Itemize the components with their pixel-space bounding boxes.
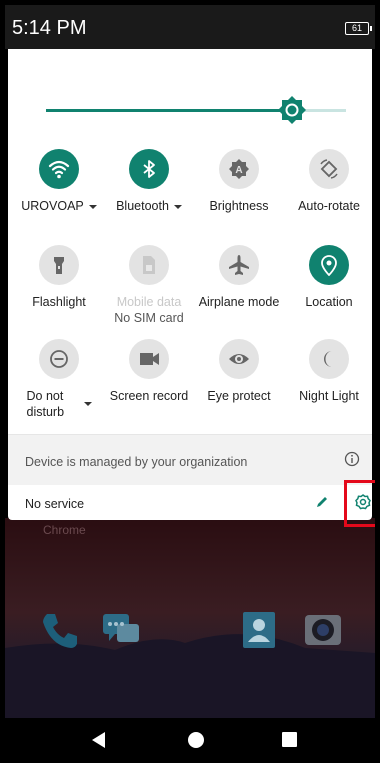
status-bar: 5:14 PM 61	[5, 5, 375, 49]
tile-eye-protect[interactable]: Eye protect	[194, 339, 284, 404]
dropdown-caret-icon[interactable]	[88, 204, 97, 209]
carrier-text: No service	[25, 497, 85, 511]
tile-label-text: Eye protect	[207, 389, 271, 403]
tile-label-text: Airplane mode	[198, 295, 280, 309]
home-button[interactable]	[188, 732, 204, 748]
brightness-slider-thumb[interactable]	[278, 96, 306, 124]
carrier-footer: No service	[8, 484, 372, 520]
info-icon[interactable]	[344, 451, 360, 467]
brightness-slider-fill	[46, 109, 292, 112]
status-time: 5:14 PM	[12, 17, 87, 39]
tile-screen-record[interactable]: Screen record	[104, 339, 194, 404]
brightness-icon: A	[219, 149, 259, 189]
tile-label-text: Auto-rotate	[298, 199, 360, 213]
home-screen-wallpaper: Chrome	[5, 518, 375, 728]
camera-app-icon[interactable]	[303, 610, 343, 650]
tile-label-text: Location	[305, 295, 353, 309]
moon-icon	[309, 339, 349, 379]
tile-brightness[interactable]: A Brightness	[194, 149, 284, 214]
tile-night-light[interactable]: Night Light	[284, 339, 374, 404]
phone-app-icon[interactable]	[39, 610, 79, 650]
tile-label: Night Light	[284, 388, 374, 404]
battery-icon: 61	[345, 22, 372, 35]
sim-card-icon	[129, 245, 169, 285]
tile-label-text: Bluetooth	[116, 199, 169, 213]
tile-flashlight[interactable]: Flashlight	[14, 245, 104, 310]
tile-label-text: Mobile data	[116, 295, 182, 309]
tile-label: Bluetooth	[104, 198, 194, 214]
highlight-box	[344, 480, 375, 527]
flashlight-icon	[39, 245, 79, 285]
navigation-bar	[5, 718, 375, 763]
tile-label: Do not disturb	[14, 388, 104, 420]
svg-text:A: A	[235, 165, 242, 176]
tile-label: Eye protect	[194, 388, 284, 404]
tile-label-text: UROVOAP	[21, 199, 84, 213]
tile-label: UROVOAP	[14, 198, 104, 214]
tile-label-text: Do not disturb	[26, 389, 65, 419]
bluetooth-icon	[129, 149, 169, 189]
tile-label-text: Brightness	[209, 199, 269, 213]
tile-label-text: Night Light	[299, 389, 359, 403]
tile-label-text: Screen record	[109, 389, 189, 403]
tile-sublabel: No SIM card	[114, 311, 184, 325]
tile-label: Flashlight	[14, 294, 104, 310]
tile-location[interactable]: Location	[284, 245, 374, 310]
tile-label-text: Flashlight	[32, 295, 86, 309]
edit-icon[interactable]	[315, 495, 329, 509]
dropdown-caret-icon[interactable]	[173, 204, 182, 209]
tile-label: Screen record	[104, 388, 194, 404]
wifi-icon	[39, 149, 79, 189]
managed-device-notice[interactable]: Device is managed by your organization	[8, 434, 372, 485]
tile-wifi[interactable]: UROVOAP	[14, 149, 104, 214]
tile-dnd[interactable]: Do not disturb	[14, 339, 104, 420]
dropdown-caret-icon[interactable]	[83, 402, 92, 406]
tile-airplane[interactable]: Airplane mode	[194, 245, 284, 310]
do-not-disturb-icon	[39, 339, 79, 379]
back-button[interactable]	[92, 732, 105, 748]
tile-label: Auto-rotate	[284, 198, 374, 214]
contacts-app-icon[interactable]	[239, 610, 279, 650]
managed-device-text: Device is managed by your organization	[25, 455, 248, 469]
chrome-app-label: Chrome	[43, 523, 86, 537]
tile-label: Location	[284, 294, 374, 310]
video-camera-icon	[129, 339, 169, 379]
phone-screen: 5:14 PM 61 Chrome UROVOAP Bluetooth A Br…	[5, 5, 375, 763]
location-icon	[309, 245, 349, 285]
rotate-icon	[309, 149, 349, 189]
tile-label: Mobile data	[104, 294, 194, 310]
tile-bluetooth[interactable]: Bluetooth	[104, 149, 194, 214]
airplane-icon	[219, 245, 259, 285]
eye-icon	[219, 339, 259, 379]
tile-mobile-data[interactable]: Mobile data No SIM card	[104, 245, 194, 326]
tile-label: Airplane mode	[194, 294, 284, 310]
messages-app-icon[interactable]	[101, 610, 141, 650]
tile-auto-rotate[interactable]: Auto-rotate	[284, 149, 374, 214]
quick-settings-panel: UROVOAP Bluetooth A Brightness Auto-rotate Fl…	[8, 49, 372, 520]
tile-label: Brightness	[194, 198, 284, 214]
recents-button[interactable]	[282, 732, 297, 747]
